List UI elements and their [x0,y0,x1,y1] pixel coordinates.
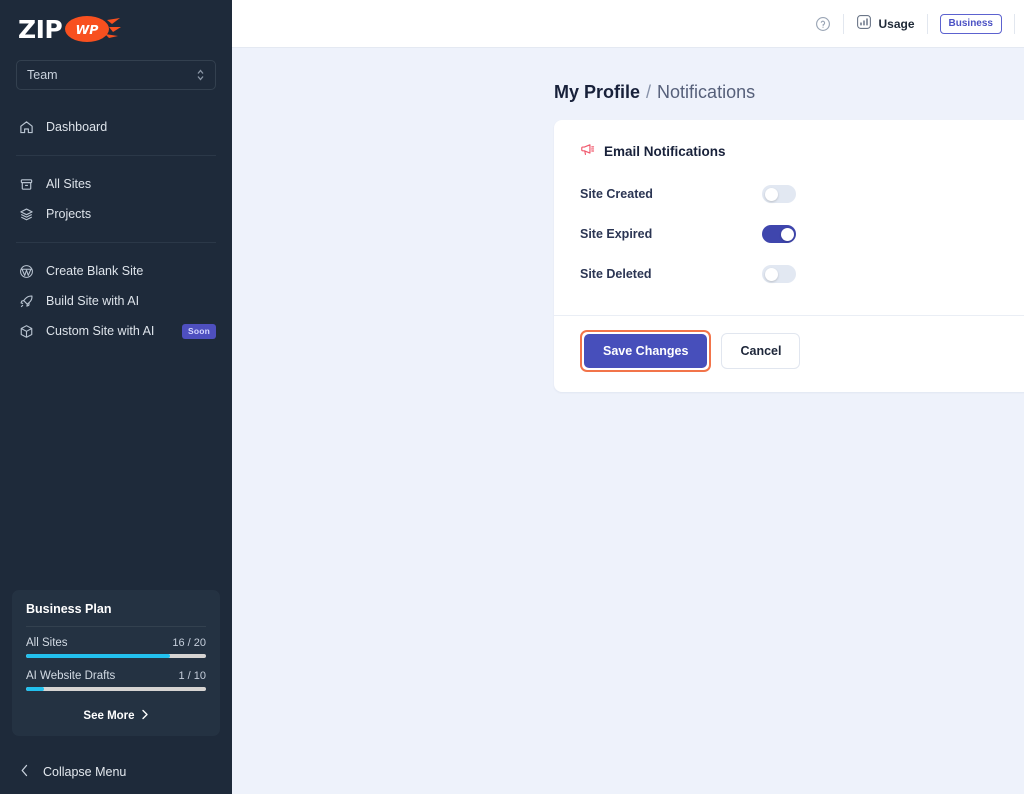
layers-icon [18,206,34,222]
topbar-divider [1014,14,1015,34]
plan-metric-label: All Sites [26,637,68,649]
nav-group-main: Dashboard [0,112,232,142]
toggle-knob [765,188,778,201]
toggle-site-deleted[interactable] [762,265,796,283]
card-body: Email Notifications Site Created Site Ex… [554,120,1024,315]
nav-group-sites: All Sites Projects [0,169,232,229]
logo-area: ZIP WP [0,0,232,48]
notification-row-site-deleted: Site Deleted [580,259,1024,289]
collapse-menu-label: Collapse Menu [43,765,126,779]
team-selector[interactable]: Team [16,60,216,90]
cancel-button[interactable]: Cancel [721,333,800,369]
toggle-site-created[interactable] [762,185,796,203]
sidebar-item-label: Create Blank Site [46,264,143,278]
team-selector-wrap: Team [0,48,232,90]
help-circle-icon[interactable] [815,16,831,32]
home-icon [18,119,34,135]
sidebar-item-build-site-with-ai[interactable]: Build Site with AI [0,286,232,316]
sidebar-item-create-blank-site[interactable]: Create Blank Site [0,256,232,286]
logo-flame-icon: WP [65,15,121,43]
plan-divider [26,626,206,627]
sidebar-item-label: Custom Site with AI [46,324,154,338]
svg-text:WP: WP [76,22,99,37]
sidebar-item-label: Projects [46,207,91,221]
plan-metric-count: 1 / 10 [178,670,206,682]
app-root: ZIP WP Team [0,0,1024,794]
sidebar-item-label: Dashboard [46,120,107,134]
plan-usage-card: Business Plan All Sites 16 / 20 AI Websi… [12,590,220,736]
card-title: Email Notifications [580,142,1024,160]
card-footer: Save Changes Cancel [554,315,1024,392]
logo-zip-text: ZIP [18,15,62,44]
sidebar-item-projects[interactable]: Projects [0,199,232,229]
toggle-knob [765,268,778,281]
notification-row-site-created: Site Created [580,179,1024,209]
breadcrumb-separator: / [646,82,651,103]
sidebar-item-label: Build Site with AI [46,294,139,308]
sidebar-item-label: All Sites [46,177,91,191]
usage-label: Usage [879,17,915,31]
save-button-focus-ring: Save Changes [580,330,711,372]
breadcrumb: My Profile / Notifications [232,82,1024,103]
rocket-icon [18,293,34,309]
sidebar-item-custom-site-with-ai[interactable]: Custom Site with AI Soon [0,316,232,346]
cube-icon [18,323,34,339]
chevron-updown-icon [196,68,205,82]
main-area: Usage Business P My Profile / Notificati… [232,0,1024,794]
topbar-divider [843,14,844,34]
sidebar-item-all-sites[interactable]: All Sites [0,169,232,199]
plan-metric-progressbar [26,654,206,658]
toggle-site-expired[interactable] [762,225,796,243]
save-changes-button[interactable]: Save Changes [584,334,707,368]
nav-group-create: Create Blank Site Build Site with AI [0,256,232,346]
chevron-right-icon [141,709,149,723]
soon-badge: Soon [182,324,216,339]
zipwp-logo[interactable]: ZIP WP [18,14,232,44]
plan-metric-count: 16 / 20 [172,637,206,649]
wordpress-icon [18,263,34,279]
notification-row-site-expired: Site Expired [580,219,1024,249]
topbar: Usage Business P [232,0,1024,48]
usage-button[interactable]: Usage [856,14,915,33]
sidebar-nav: Dashboard All Sites [0,112,232,346]
plan-metric-row: AI Website Drafts 1 / 10 [26,670,206,682]
plan-metric-progress-fill [26,687,44,691]
card-title-label: Email Notifications [604,144,726,159]
toggle-label: Site Deleted [580,267,762,281]
toggle-label: Site Created [580,187,762,201]
sidebar-item-dashboard[interactable]: Dashboard [0,112,232,142]
megaphone-icon [580,142,595,160]
plan-metric-progress-fill [26,654,170,658]
sidebar: ZIP WP Team [0,0,232,794]
archive-icon [18,176,34,192]
toggle-knob [781,228,794,241]
plan-badge[interactable]: Business [940,14,1002,34]
chevron-left-icon [20,764,29,780]
email-notifications-card: Email Notifications Site Created Site Ex… [554,120,1024,392]
plan-title: Business Plan [26,602,206,626]
plan-metric-progressbar [26,687,206,691]
plan-metric-row: All Sites 16 / 20 [26,637,206,649]
collapse-menu-button[interactable]: Collapse Menu [0,764,232,780]
breadcrumb-primary[interactable]: My Profile [554,82,640,103]
page-content: My Profile / Notifications [232,48,1024,794]
team-selector-label: Team [27,68,58,82]
plan-metric-label: AI Website Drafts [26,670,115,682]
see-more-label: See More [83,710,134,722]
nav-divider-1 [16,155,216,156]
nav-divider-2 [16,242,216,243]
breadcrumb-secondary: Notifications [657,82,755,103]
see-more-button[interactable]: See More [26,703,206,728]
toggle-label: Site Expired [580,227,762,241]
bar-chart-icon [856,14,872,33]
topbar-divider [927,14,928,34]
